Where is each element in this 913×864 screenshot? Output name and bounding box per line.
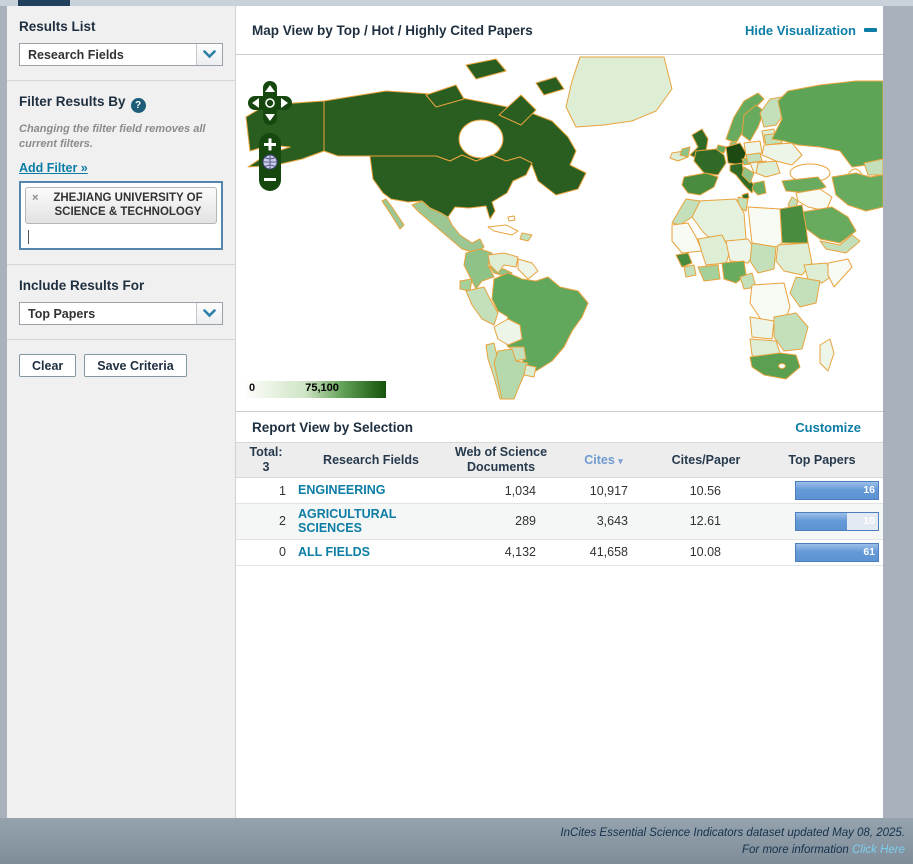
collapse-minus-icon [864, 28, 877, 32]
filter-tag[interactable]: × ZHEJIANG UNIVERSITY OF SCIENCE & TECHN… [25, 187, 217, 225]
filter-section: Filter Results By? Changing the filter f… [7, 81, 235, 265]
main-panel: Map View by Top / Hot / Highly Cited Pap… [236, 6, 883, 818]
row-top-papers-cell: 61 [761, 543, 883, 562]
dataset-updated-text: InCites Essential Science Indicators dat… [0, 825, 905, 842]
click-here-link[interactable]: Click Here [852, 844, 905, 856]
add-filter-link[interactable]: Add Filter » [19, 161, 88, 175]
chevron-down-icon [203, 50, 216, 59]
column-header-top-papers[interactable]: Top Papers [761, 451, 883, 470]
map-panel-header: Map View by Top / Hot / Highly Cited Pap… [236, 6, 883, 55]
results-list-dropdown-button[interactable] [196, 44, 222, 65]
hide-visualization-label: Hide Visualization [745, 23, 856, 38]
row-documents: 1,034 [446, 484, 556, 498]
include-results-heading: Include Results For [19, 278, 223, 293]
row-cites: 41,658 [556, 545, 651, 559]
results-list-heading: Results List [19, 19, 223, 34]
row-cites-per-paper: 10.08 [651, 545, 761, 559]
top-papers-bar: 61 [795, 543, 879, 562]
row-rank: 1 [236, 484, 296, 498]
zoom-out-icon [264, 178, 276, 181]
world-map[interactable] [236, 55, 883, 400]
report-title: Report View by Selection [252, 420, 795, 435]
more-info-text: For more information Click Here [0, 842, 905, 859]
top-papers-bar: 16 [795, 481, 879, 500]
scale-min-label: 0 [249, 382, 255, 394]
customize-link[interactable]: Customize [795, 420, 861, 435]
table-row: 0 ALL FIELDS 4,132 41,658 10.08 61 [236, 540, 883, 566]
row-top-papers-cell: 10 [761, 512, 883, 531]
report-table: Total: 3 Research Fields Web of Science … [236, 442, 883, 566]
row-cites: 10,917 [556, 484, 651, 498]
row-top-papers-cell: 16 [761, 481, 883, 500]
top-papers-value: 10 [863, 513, 875, 530]
include-results-selected-value: Top Papers [20, 307, 196, 321]
more-info-prefix: For more information [742, 844, 852, 856]
results-list-select[interactable]: Research Fields [19, 43, 223, 66]
map-zoom-control[interactable] [259, 133, 281, 191]
sidebar-buttons: Clear Save Criteria [7, 340, 235, 391]
column-header-cites[interactable]: Cites ▾ [556, 451, 651, 470]
map-panel-title: Map View by Top / Hot / Highly Cited Pap… [252, 23, 745, 38]
row-cites: 3,643 [556, 514, 651, 528]
table-row: 2 AGRICULTURAL SCIENCES 289 3,643 12.61 … [236, 504, 883, 540]
top-papers-bar: 10 [795, 512, 879, 531]
top-papers-value: 61 [863, 544, 875, 561]
footer: InCites Essential Science Indicators dat… [0, 818, 913, 864]
row-cites-per-paper: 10.56 [651, 484, 761, 498]
save-criteria-button[interactable]: Save Criteria [84, 354, 186, 377]
clear-button[interactable]: Clear [19, 354, 76, 377]
report-header: Report View by Selection Customize [236, 412, 883, 442]
row-cites-per-paper: 12.61 [651, 514, 761, 528]
column-header-documents[interactable]: Web of Science Documents [446, 443, 556, 477]
chevron-down-icon [203, 309, 216, 318]
scale-max-label: 75,100 [305, 382, 339, 394]
column-header-total: Total: 3 [236, 443, 296, 477]
row-field-link[interactable]: ENGINEERING [296, 480, 446, 500]
total-value: 3 [236, 460, 296, 475]
column-header-research-fields[interactable]: Research Fields [296, 451, 446, 470]
text-cursor [28, 230, 29, 244]
top-papers-bar-fill [796, 513, 847, 530]
hide-visualization-link[interactable]: Hide Visualization [745, 23, 877, 38]
map-visualization: 0 75,100 [236, 55, 883, 412]
remove-filter-icon[interactable]: × [32, 192, 38, 206]
row-field-link[interactable]: ALL FIELDS [296, 542, 446, 562]
top-papers-value: 16 [863, 482, 875, 499]
row-field-link[interactable]: AGRICULTURAL SCIENCES [296, 504, 446, 539]
report-table-header: Total: 3 Research Fields Web of Science … [236, 442, 883, 478]
row-rank: 0 [236, 545, 296, 559]
content-frame: Results List Research Fields Filter Resu… [7, 6, 883, 818]
row-documents: 4,132 [446, 545, 556, 559]
sidebar: Results List Research Fields Filter Resu… [7, 6, 236, 818]
include-results-dropdown-button[interactable] [196, 303, 222, 324]
filter-note: Changing the filter field removes all cu… [19, 122, 223, 152]
table-row: 1 ENGINEERING 1,034 10,917 10.56 16 [236, 478, 883, 504]
sort-descending-icon: ▾ [618, 456, 623, 466]
total-label: Total: [236, 445, 296, 460]
row-rank: 2 [236, 514, 296, 528]
include-results-select[interactable]: Top Papers [19, 302, 223, 325]
filter-heading-label: Filter Results By [19, 94, 126, 109]
map-pan-control[interactable] [248, 81, 292, 125]
row-documents: 289 [446, 514, 556, 528]
report-table-body: 1 ENGINEERING 1,034 10,917 10.56 16 2 AG… [236, 478, 883, 566]
filter-heading: Filter Results By? [19, 94, 223, 113]
cites-label: Cites [584, 453, 615, 467]
include-results-section: Include Results For Top Papers [7, 265, 235, 340]
results-list-section: Results List Research Fields [7, 6, 235, 81]
help-icon[interactable]: ? [131, 98, 146, 113]
map-color-scale: 0 75,100 [246, 381, 386, 398]
column-header-cites-per-paper[interactable]: Cites/Paper [651, 451, 761, 470]
results-list-selected-value: Research Fields [20, 48, 196, 62]
filter-tag-label: ZHEJIANG UNIVERSITY OF SCIENCE & TECHNOL… [53, 192, 202, 218]
filter-input-box[interactable]: × ZHEJIANG UNIVERSITY OF SCIENCE & TECHN… [19, 181, 223, 251]
